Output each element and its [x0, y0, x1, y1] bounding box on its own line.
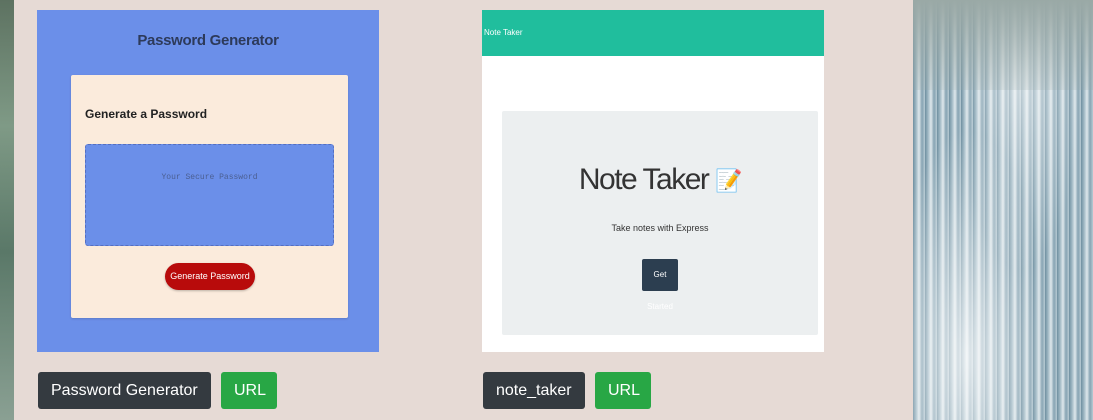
thumbnail-generate-button: Generate Password [165, 263, 255, 290]
project-name-badge: Password Generator [38, 372, 211, 409]
project-url-button[interactable]: URL [221, 372, 277, 409]
background-waterfall-image [913, 0, 1093, 420]
pencil-icon: 📝 [715, 168, 742, 194]
project-name-badge: note_taker [483, 372, 585, 409]
project-url-button[interactable]: URL [595, 372, 651, 409]
thumbnail-title: Password Generator [137, 32, 279, 49]
background-scenery-left [0, 0, 14, 420]
thumbnail-password-field: Your Secure Password [85, 144, 334, 246]
thumbnail-card: Generate a Password Your Secure Password… [71, 75, 348, 318]
thumbnail-lead: Take notes with Express [611, 223, 709, 233]
thumbnail-placeholder: Your Secure Password [161, 173, 258, 182]
thumbnail-jumbotron: Note Taker 📝 Take notes with Express Get… [502, 111, 818, 335]
thumbnail-get-started-button: Get Started [642, 259, 678, 311]
portfolio-panel: Password Generator Generate a Password Y… [14, 0, 913, 420]
password-generator-thumbnail[interactable]: Password Generator Generate a Password Y… [37, 10, 379, 352]
thumbnail-heading-text: Note Taker [578, 163, 710, 196]
thumbnail-brand: Note Taker [484, 28, 523, 37]
note-taker-thumbnail[interactable]: Note Taker Note Taker 📝 Take notes with … [482, 10, 824, 352]
thumbnail-subtitle: Generate a Password [85, 107, 208, 121]
thumbnail-navbar: Note Taker [482, 10, 824, 56]
thumbnail-heading: Note Taker 📝 [502, 163, 818, 197]
